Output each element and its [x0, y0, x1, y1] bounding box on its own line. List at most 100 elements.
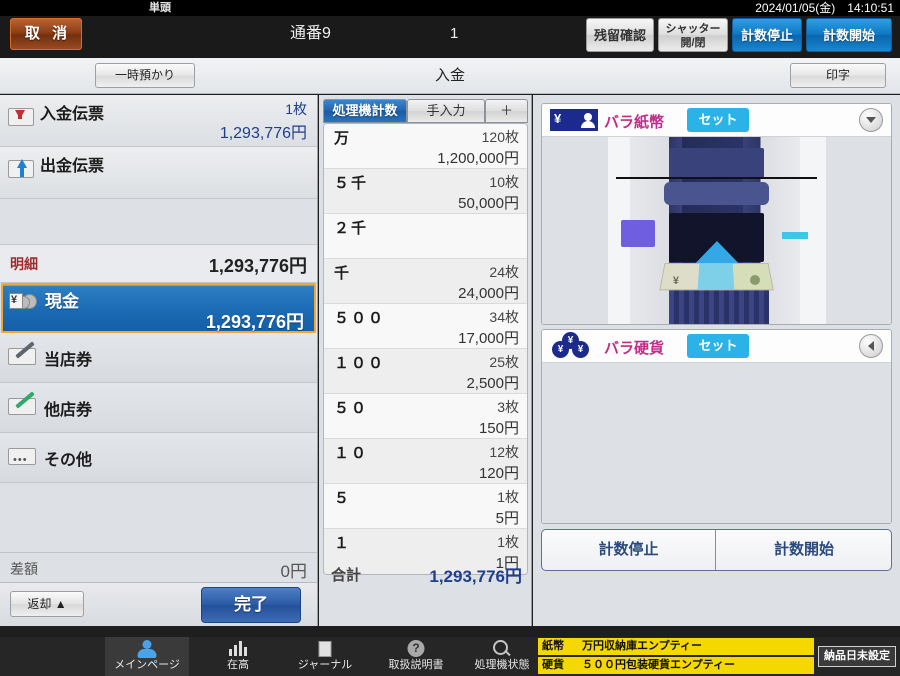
alert-text: 万円収納庫エンプティー [582, 640, 703, 652]
withdraw-slip-row[interactable]: 出金伝票 [0, 147, 317, 199]
other-store-voucher-label: 他店券 [44, 402, 93, 419]
denomination-list: 万 120枚 1,200,000円 ５千 10枚 50,000円 ２千 千 24… [323, 123, 528, 575]
alert-text: ５００円包装硬貨エンプティー [582, 659, 736, 671]
transaction-number: 1 [450, 25, 459, 42]
sidebar-item-journal[interactable]: ジャーナル [283, 637, 367, 676]
device-count-start-button[interactable]: 計数開始 [717, 530, 891, 570]
denomination-amount: 2,500円 [466, 375, 519, 392]
temporary-hold-button[interactable]: 一時預かり [95, 63, 195, 88]
withdraw-slip-icon [8, 158, 34, 180]
other-store-voucher-row[interactable]: 他店券 [0, 383, 317, 433]
banknote-badge-icon: ¥ [550, 109, 598, 131]
denomination-amount: 5円 [495, 510, 519, 527]
header-count-stop-button[interactable]: 計数停止 [732, 18, 802, 52]
device-panel: ¥ バラ紙幣 セット ¥ ¥ ¥ ¥ バラ硬貨 セット 計数停止 計数開始 [533, 95, 900, 626]
banknote-device-body: ¥ [542, 137, 891, 324]
denomination-amount: 24,000円 [458, 285, 519, 302]
denomination-count: 34枚 [489, 309, 519, 325]
device-count-stop-button[interactable]: 計数停止 [542, 530, 716, 570]
mode-label: 単頭 [149, 2, 171, 14]
sidebar-item-machine-status[interactable]: 処理機状態 [460, 637, 544, 676]
coin-device-header: ¥ ¥ ¥ バラ硬貨 セット [542, 330, 891, 363]
complete-button[interactable]: 完了 [201, 587, 301, 623]
denomination-amount: 17,000円 [458, 330, 519, 347]
return-button[interactable]: 返却 ▲ [10, 591, 84, 617]
slip-summary-panel: 入金伝票 1枚 1,293,776円 出金伝票 明細 1,293,776円 ¥ [0, 95, 318, 626]
denomination-panel: 処理機計数 手入力 ＋ 万 120枚 1,200,000円 ５千 10枚 50,… [319, 95, 532, 626]
app-root: 単頭 2024/01/05(金) 14:10:51 取 消 通番9 1 残留確認 … [0, 0, 900, 676]
denomination-row[interactable]: ５０ 3枚 150円 [324, 394, 527, 439]
cash-icon: ¥ [9, 292, 39, 312]
shutter-label-line2: 開/閉 [680, 37, 706, 49]
denomination-count: 3枚 [497, 399, 519, 415]
shutter-label-line1: シャッター [665, 23, 721, 35]
difference-label: 差額 [10, 561, 38, 577]
tab-add[interactable]: ＋ [485, 99, 528, 123]
denomination-name: ５００ [334, 310, 386, 327]
denomination-row[interactable]: １００ 25枚 2,500円 [324, 349, 527, 394]
question-icon: ? [374, 639, 458, 658]
sidebar-item-main-page[interactable]: メインページ [105, 637, 189, 676]
denomination-count: 1枚 [497, 489, 519, 505]
alert-kind: 紙幣 [542, 640, 564, 652]
left-footer-bar: 返却 ▲ 完了 [0, 582, 317, 626]
banknote-device-header: ¥ バラ紙幣 セット [542, 104, 891, 137]
banknote-set-button[interactable]: セット [687, 108, 749, 132]
denomination-row[interactable]: １０ 12枚 120円 [324, 439, 527, 484]
chevron-left-icon[interactable] [859, 334, 883, 358]
banknote-device-title: バラ紙幣 [604, 114, 665, 131]
alert-kind: 硬貨 [542, 659, 564, 671]
sidebar-item-manual[interactable]: ? 取扱説明書 [374, 637, 458, 676]
denomination-row[interactable]: ５００ 34枚 17,000円 [324, 304, 527, 349]
denomination-count: 120枚 [481, 129, 519, 145]
sidebar-item-balance[interactable]: 在高 [196, 637, 280, 676]
other-items-label: その他 [44, 452, 93, 469]
nav-label-balance: 在高 [227, 659, 249, 671]
date-text: 2024/01/05(金) [755, 1, 836, 15]
deposit-slip-row[interactable]: 入金伝票 1枚 1,293,776円 [0, 95, 317, 147]
cash-row-selected[interactable]: ¥ 現金 1,293,776円 [1, 283, 316, 333]
denomination-row[interactable]: ２千 [324, 214, 527, 259]
detail-summary-row: 明細 1,293,776円 [0, 245, 317, 283]
other-items-row[interactable]: ••• その他 [0, 433, 317, 483]
total-label: 合計 [331, 567, 362, 584]
denomination-name: ５０ [334, 400, 369, 417]
deposit-slip-count: 1枚 [285, 101, 307, 117]
slip-list-spacer [0, 199, 317, 245]
banknote-machine-illustration: ¥ [607, 137, 826, 324]
cancel-button[interactable]: 取 消 [10, 18, 82, 50]
total-amount: 1,293,776円 [429, 567, 522, 586]
shutter-open-close-button[interactable]: シャッター 開/閉 [658, 18, 728, 52]
chevron-down-icon[interactable] [859, 108, 883, 132]
denomination-row[interactable]: ５千 10枚 50,000円 [324, 169, 527, 214]
residual-check-button[interactable]: 残留確認 [586, 18, 654, 52]
nav-label-manual: 取扱説明書 [388, 659, 444, 671]
denomination-name: ２千 [334, 220, 369, 237]
alert-row: 紙幣 万円収納庫エンプティー [538, 638, 814, 655]
coin-device-body [542, 363, 891, 523]
own-store-voucher-row[interactable]: 当店券 [0, 333, 317, 383]
coin-badge-icon: ¥ ¥ ¥ [550, 332, 598, 358]
time-text: 14:10:51 [847, 1, 894, 15]
tab-manual-entry[interactable]: 手入力 [407, 99, 485, 123]
nav-label-journal: ジャーナル [297, 659, 353, 671]
coin-set-button[interactable]: セット [687, 334, 749, 358]
device-action-bar: 計数停止 計数開始 [541, 529, 892, 571]
deposit-slip-label: 入金伝票 [40, 106, 105, 123]
denomination-name: 千 [334, 265, 352, 282]
denomination-row[interactable]: 千 24枚 24,000円 [324, 259, 527, 304]
delivery-status-badge[interactable]: 納品日未設定 [818, 646, 896, 667]
serial-number-label: 通番9 [290, 25, 331, 42]
denomination-row[interactable]: ５ 1枚 5円 [324, 484, 527, 529]
denomination-count: 25枚 [489, 354, 519, 370]
top-header-bar: 単頭 2024/01/05(金) 14:10:51 取 消 通番9 1 残留確認 … [0, 0, 900, 58]
print-button[interactable]: 印字 [790, 63, 886, 88]
denomination-total-row: 合計 1,293,776円 [323, 558, 528, 590]
tab-machine-count[interactable]: 処理機計数 [323, 99, 407, 123]
denomination-row[interactable]: 万 120枚 1,200,000円 [324, 124, 527, 169]
deposit-slip-icon [8, 106, 34, 128]
header-count-start-button[interactable]: 計数開始 [806, 18, 892, 52]
own-store-voucher-icon [8, 341, 38, 367]
denomination-name: 万 [334, 130, 352, 147]
bottom-nav-bar: メインページ 在高 ジャーナル ? 取扱説明書 処理機状態 紙幣 万円収納庫エン… [0, 637, 900, 676]
